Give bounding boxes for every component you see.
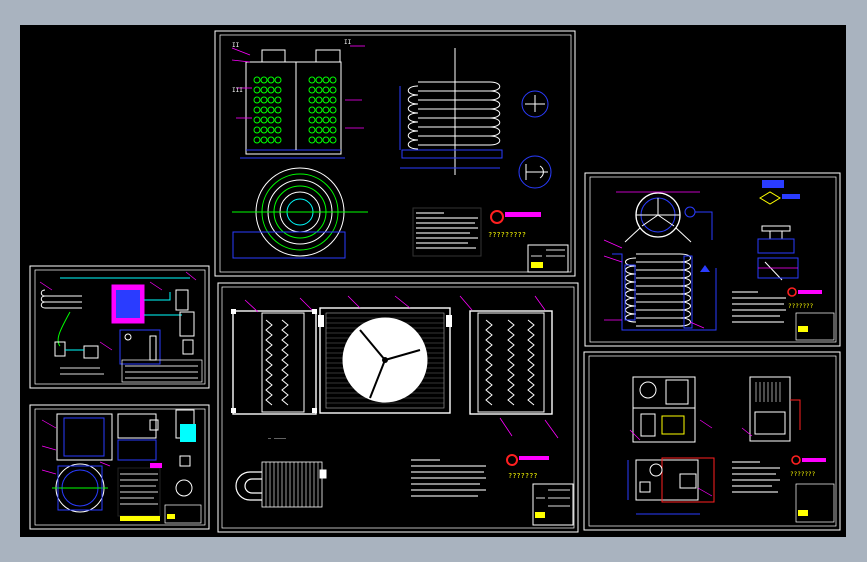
caret-marks-b: ??????? <box>508 472 538 480</box>
caret-marks: ????????? <box>488 231 526 239</box>
label-tag-iii: III <box>232 87 243 94</box>
cad-drawing-canvas: II II III ????????? ??????? — ———— ?????… <box>20 25 846 537</box>
caret-marks-e: ??????? <box>788 303 814 310</box>
label-tag-ii-right: II <box>344 39 352 46</box>
caret-marks-f: ??????? <box>790 471 816 478</box>
view-caption: — ———— <box>268 436 287 442</box>
notes-block-b <box>411 459 486 497</box>
label-tag-ii: II <box>232 42 240 49</box>
